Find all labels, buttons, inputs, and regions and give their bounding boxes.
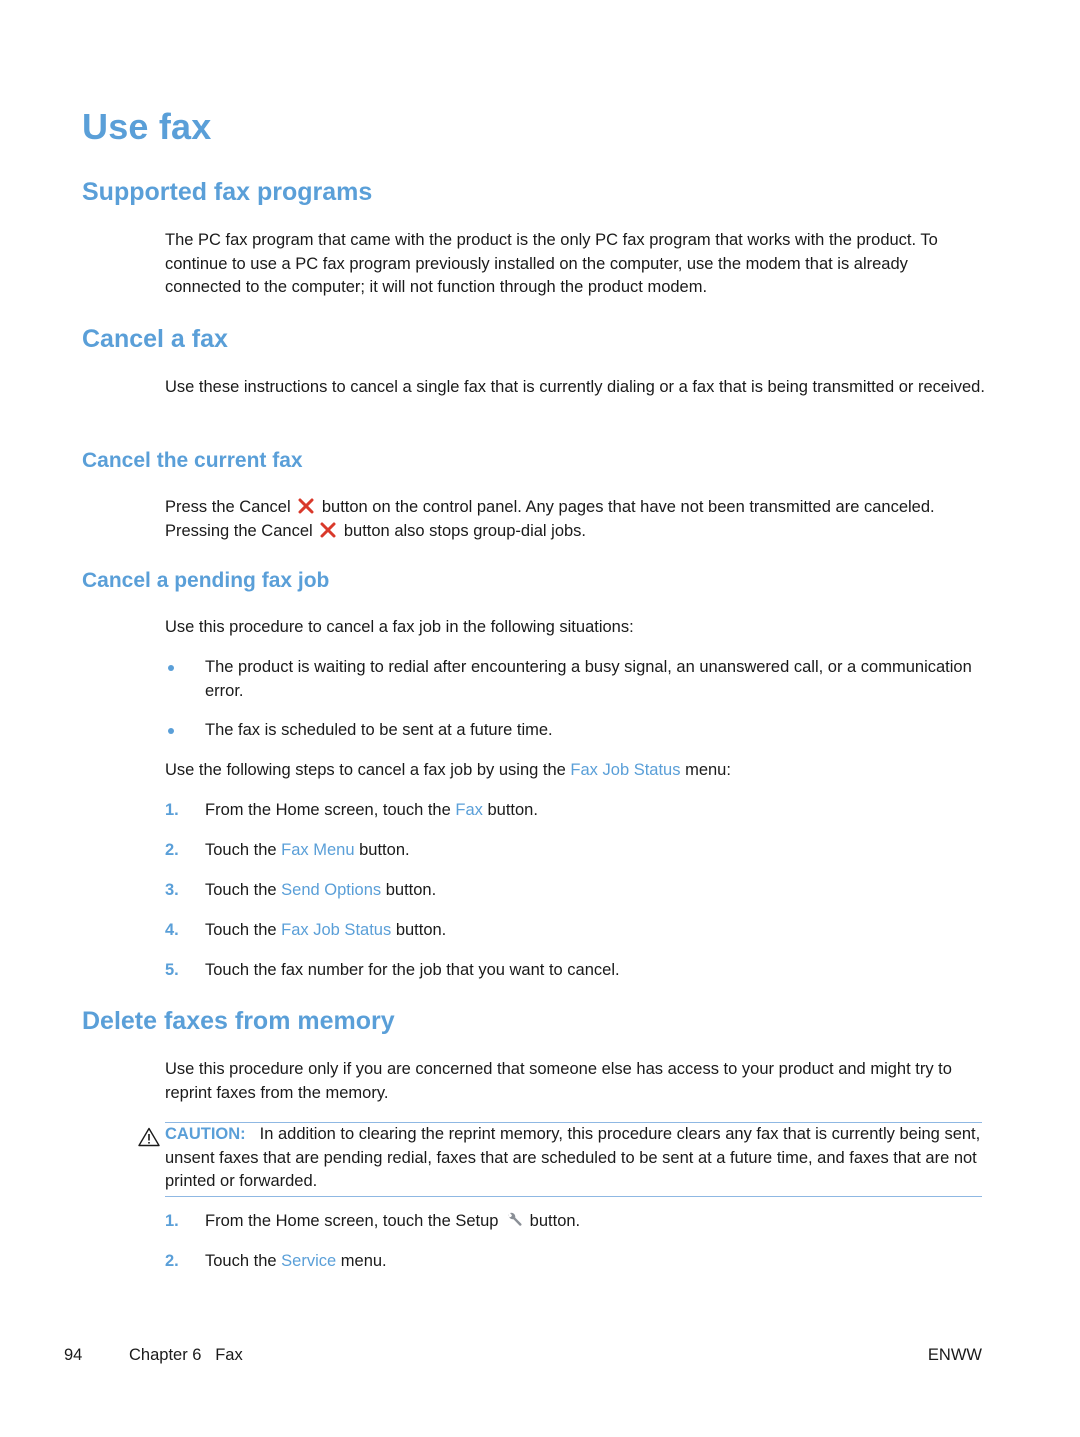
step-number: 1.	[165, 801, 179, 819]
heading-cancel-a-fax: Cancel a fax	[82, 325, 228, 353]
service-menu-link[interactable]: Service	[281, 1252, 336, 1270]
step-item: 1. From the Home screen, touch the Setup…	[165, 1210, 985, 1234]
warning-triangle-icon	[138, 1127, 160, 1147]
step-number: 2.	[165, 841, 179, 859]
fax-job-status-link[interactable]: Fax Job Status	[281, 921, 391, 939]
heading-supported-fax-programs: Supported fax programs	[82, 178, 373, 206]
fax-link[interactable]: Fax	[455, 801, 483, 819]
step-number: 2.	[165, 1252, 179, 1270]
step-number: 5.	[165, 961, 179, 979]
heading-delete-faxes: Delete faxes from memory	[82, 1007, 395, 1035]
step-item: 1. From the Home screen, touch the Fax b…	[165, 799, 985, 823]
cancel-x-icon	[320, 522, 336, 537]
footer-chapter: Chapter 6 Fax	[129, 1346, 243, 1364]
send-options-link[interactable]: Send Options	[281, 881, 381, 899]
page-title: Use fax	[82, 106, 212, 147]
heading-cancel-current-fax: Cancel the current fax	[82, 449, 303, 472]
bullet-text: The product is waiting to redial after e…	[205, 658, 972, 700]
caution-bottom-rule	[165, 1195, 982, 1197]
step-item: 5. Touch the fax number for the job that…	[165, 959, 985, 983]
step-text: From the Home screen, touch the Fax butt…	[205, 801, 538, 819]
step-text: From the Home screen, touch the Setup bu…	[205, 1212, 581, 1230]
page-number: 94	[64, 1346, 83, 1364]
step-item: 2. Touch the Service menu.	[165, 1250, 985, 1274]
bullet-icon	[168, 665, 174, 671]
bullet-icon	[168, 728, 174, 734]
step-text: Touch the Fax Menu button.	[205, 841, 410, 859]
supported-fax-programs-body: The PC fax program that came with the pr…	[165, 231, 938, 296]
step-text: Touch the fax number for the job that yo…	[205, 961, 620, 979]
footer-locale-code: ENWW	[927, 1346, 982, 1364]
fax-menu-link[interactable]: Fax Menu	[281, 841, 354, 859]
cancel-pending-intro: Use this procedure to cancel a fax job i…	[165, 618, 634, 636]
cancel-x-icon	[298, 498, 314, 514]
steps-intro-text: menu:	[685, 761, 731, 779]
step-number: 4.	[165, 921, 179, 939]
fax-job-status-link[interactable]: Fax Job Status	[570, 761, 680, 779]
caution-label: CAUTION:	[165, 1125, 246, 1143]
list-item: The fax is scheduled to be sent at a fut…	[165, 719, 985, 743]
caution-body: CAUTION: In addition to clearing the repr…	[138, 1123, 982, 1194]
steps-intro-text: Use the following steps to cancel a fax …	[165, 761, 566, 779]
cancel-a-fax-body: Use these instructions to cancel a singl…	[165, 378, 985, 396]
heading-cancel-pending-fax-job: Cancel a pending fax job	[82, 569, 330, 592]
step-number: 1.	[165, 1212, 179, 1230]
caution-text: In addition to clearing the reprint memo…	[165, 1125, 981, 1190]
cancel-current-text-1: Press the Cancel	[165, 498, 291, 516]
steps-intro: Use the following steps to cancel a fax …	[165, 759, 985, 783]
cancel-current-text-3: button also stops group-dial jobs.	[343, 521, 587, 540]
step-item: 3. Touch the Send Options button.	[165, 879, 985, 903]
step-item: 2. Touch the Fax Menu button.	[165, 839, 985, 863]
cancel-current-fax-body: Press the Cancel button on the control p…	[165, 496, 985, 543]
step-number: 3.	[165, 881, 179, 899]
bullet-text: The fax is scheduled to be sent at a fut…	[205, 721, 553, 739]
delete-faxes-body: Use this procedure only if you are conce…	[165, 1060, 952, 1102]
wrench-icon	[508, 1212, 522, 1226]
step-text: Touch the Service menu.	[205, 1252, 387, 1270]
caution-box: CAUTION: In addition to clearing the repr…	[138, 1122, 982, 1197]
list-item: The product is waiting to redial after e…	[165, 656, 985, 703]
step-text: Touch the Fax Job Status button.	[205, 921, 447, 939]
step-text: Touch the Send Options button.	[205, 881, 437, 899]
step-item: 4. Touch the Fax Job Status button.	[165, 919, 985, 943]
